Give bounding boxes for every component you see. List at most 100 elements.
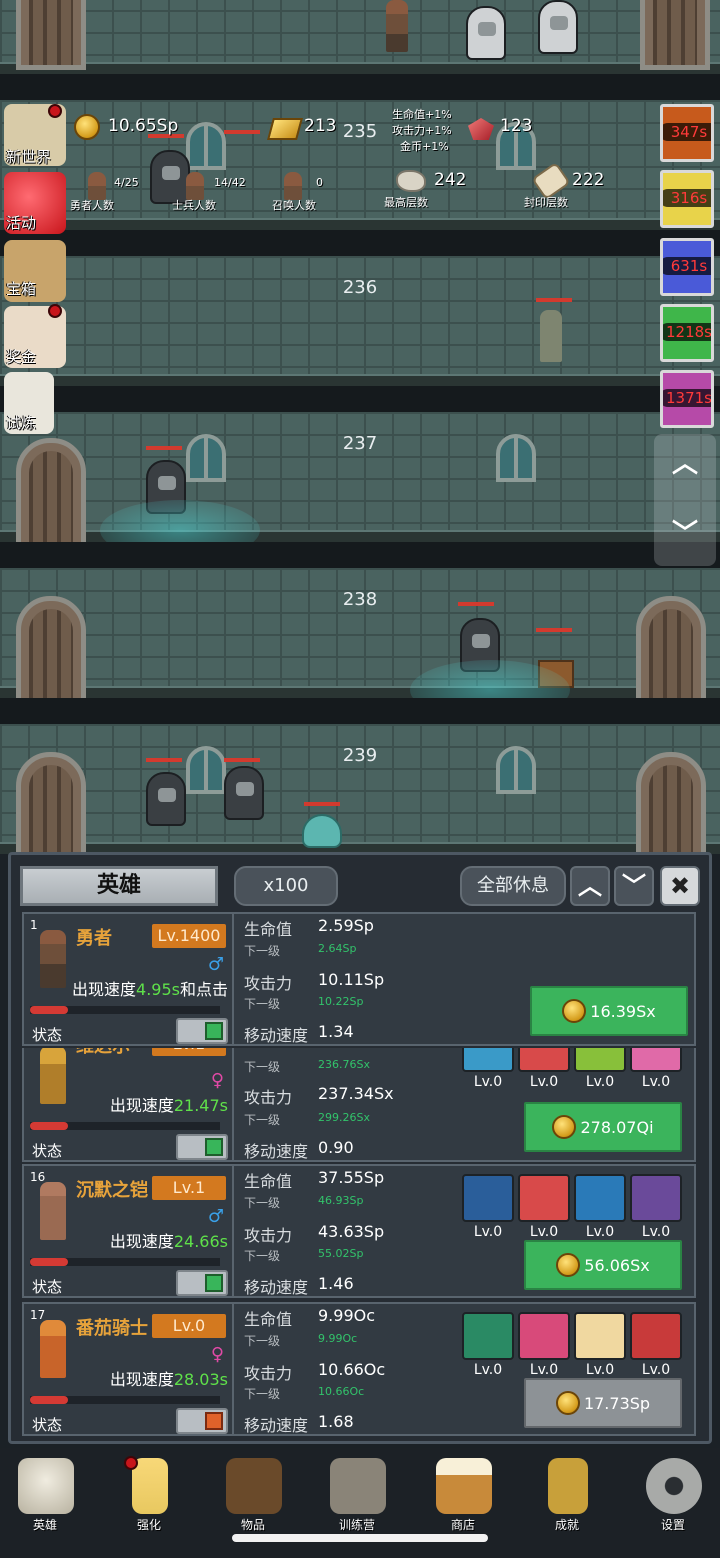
nav-heroes[interactable]: 英雄 [0, 1454, 90, 1534]
status-label: 状态 [32, 1026, 63, 1044]
floor-number: 237 [342, 433, 378, 454]
nav-training[interactable]: 训练营 [312, 1454, 402, 1534]
floor-divider [0, 386, 720, 412]
next-level-label: 下一级 [244, 997, 281, 1011]
hero-level-badge: Lv.1 [152, 1048, 226, 1056]
gold-bar-icon [267, 118, 303, 140]
enemy-hp-bar [224, 130, 260, 134]
skill-cooldown-2[interactable]: 316s [660, 170, 714, 228]
scroll-down-icon[interactable]: ﹀ [668, 514, 702, 554]
skill-cooldown-5[interactable]: 1371s [660, 370, 714, 428]
soldier-count-icon [186, 172, 204, 200]
hp-next-value: 236.76Sx [318, 1058, 370, 1071]
door [16, 0, 86, 70]
status-toggle[interactable] [176, 1018, 228, 1044]
home-indicator[interactable] [232, 1534, 488, 1542]
gold-coin-icon [74, 114, 100, 140]
move-speed-label: 移动速度 [244, 1278, 309, 1297]
door [16, 596, 86, 706]
body-skill-icon[interactable] [574, 1312, 626, 1360]
door [16, 752, 86, 862]
multiplier-button[interactable]: x100 [234, 866, 338, 906]
nav-label: 训练营 [338, 1518, 375, 1532]
chest-label[interactable]: 宝箱 [6, 278, 36, 299]
move-speed-label: 移动速度 [244, 1416, 309, 1435]
nav-enhance[interactable]: 强化 [104, 1454, 194, 1534]
atk-value: 43.63Sp [318, 1222, 385, 1241]
slime-enemy [302, 814, 342, 848]
window [186, 434, 226, 482]
trial-label[interactable]: 试炼 [6, 412, 36, 433]
atk-label: 攻击力 [244, 1364, 293, 1383]
soldier-count: 14/42 [214, 176, 246, 189]
notification-dot [48, 304, 62, 318]
skill-cooldown-1[interactable]: 347s [660, 104, 714, 162]
nav-settings[interactable]: 设置 [628, 1454, 718, 1534]
hp-label: 生命值 [244, 920, 293, 939]
scroll-up-icon[interactable]: ︿ [668, 444, 702, 484]
skill-cooldown-3[interactable]: 631s [660, 238, 714, 296]
staff-skill-icon[interactable] [574, 1048, 626, 1072]
nature-skill-icon[interactable] [462, 1048, 514, 1072]
hero-name: 沉默之铠 [76, 1180, 148, 1201]
nav-items[interactable]: 物品 [208, 1454, 298, 1534]
cooldown-timer: 631s [663, 257, 711, 275]
nav-label: 设置 [660, 1518, 685, 1532]
nav-label: 成就 [554, 1518, 579, 1532]
status-toggle[interactable] [176, 1134, 228, 1160]
ghost-enemy [146, 772, 186, 826]
nav-shop[interactable]: 商店 [418, 1454, 508, 1534]
close-button[interactable]: ✖ [660, 866, 700, 906]
event-label[interactable]: 活动 [6, 212, 36, 233]
bonus-label[interactable]: 奖金 [6, 346, 36, 367]
skill-level: Lv.0 [473, 1074, 503, 1090]
hero-count: 4/25 [114, 176, 139, 189]
upgrade-button[interactable]: 17.73Sp [524, 1378, 682, 1428]
skill-level: Lv.0 [585, 1224, 615, 1240]
upgrade-button[interactable]: 56.06Sx [524, 1240, 682, 1290]
upgrade-button[interactable]: 278.07Qi [524, 1102, 682, 1152]
banner-skill-icon[interactable] [462, 1312, 514, 1360]
new-world-label[interactable]: 新世界 [6, 146, 51, 167]
summon-count-icon [284, 172, 302, 200]
next-level-label: 下一级 [244, 1249, 281, 1263]
next-level-label: 下一级 [244, 1060, 281, 1074]
hero-name: 维达尔 [76, 1048, 130, 1058]
status-toggle[interactable] [176, 1408, 228, 1434]
game-screen: 235 236 237 238 239 新世界 活动 宝箱 奖金 试炼 10.6… [0, 0, 720, 1558]
gold-coin-icon [555, 1391, 580, 1415]
skill-level: Lv.0 [473, 1362, 503, 1378]
chevron-up-icon[interactable]: ︿ [570, 866, 610, 906]
skill-cooldown-4[interactable]: 1218s [660, 304, 714, 362]
hero-portrait [40, 1048, 66, 1104]
shield-skill-icon[interactable] [462, 1174, 514, 1222]
enemy-hp-bar [536, 628, 572, 632]
rest-all-button[interactable]: 全部休息 [460, 866, 566, 906]
next-level-label: 下一级 [244, 1387, 281, 1401]
move-speed-value: 1.68 [318, 1412, 354, 1431]
hp-next-value: 2.64Sp [318, 942, 357, 955]
chevron-down-icon[interactable]: ﹀ [614, 866, 654, 906]
notification-dot [48, 104, 62, 118]
blade-skill-icon[interactable] [518, 1312, 570, 1360]
upgrade-button[interactable]: 16.39Sx [530, 986, 688, 1036]
boot-skill-icon[interactable] [630, 1312, 682, 1360]
upgrade-cost: 278.07Qi [580, 1117, 654, 1137]
sword-skill-icon[interactable] [518, 1174, 570, 1222]
hood-skill-icon[interactable] [630, 1174, 682, 1222]
buff-gold: 金币+1% [400, 140, 449, 153]
enemy-hp-bar [536, 298, 572, 302]
hero-hp-bar [30, 1122, 220, 1130]
boot-skill-icon[interactable] [630, 1048, 682, 1072]
nav-achievement[interactable]: 成就 [522, 1454, 612, 1534]
window [186, 122, 226, 170]
armor-skill-icon[interactable] [574, 1174, 626, 1222]
door [636, 596, 706, 706]
status-toggle[interactable] [176, 1270, 228, 1296]
skill-level: Lv.0 [585, 1362, 615, 1378]
floor-divider [0, 698, 720, 724]
male-icon: ♂ [207, 1206, 224, 1227]
hero-portrait [40, 1320, 66, 1378]
hero-level-badge: Lv.0 [152, 1314, 226, 1338]
sword-skill-icon[interactable] [518, 1048, 570, 1072]
